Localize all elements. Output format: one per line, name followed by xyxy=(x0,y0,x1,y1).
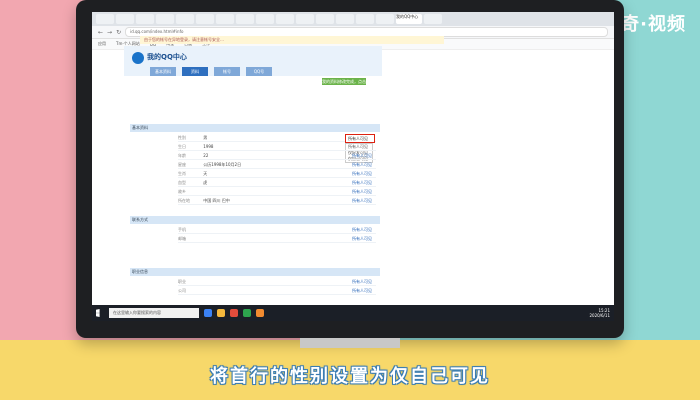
taskbar-search-input[interactable]: 在这里输入你要搜索的内容 xyxy=(109,308,199,318)
visibility-link[interactable]: 所有人可见 xyxy=(352,161,372,168)
field-value: 1998 xyxy=(203,144,214,149)
visibility-link[interactable]: 所有人可见 xyxy=(352,235,372,242)
field-label: 职业 xyxy=(178,279,186,284)
profile-row: 年龄 22 所有人可见 xyxy=(178,152,376,160)
field-value: 公历1998年10月2日 xyxy=(203,162,242,167)
browser-tab[interactable] xyxy=(236,14,254,24)
windows-taskbar: 在这里输入你要搜索的内容 15:21 2020/6/11 xyxy=(92,305,614,321)
browser-tab[interactable] xyxy=(256,14,274,24)
browser-tab-active[interactable]: 我的QQ中心 xyxy=(396,14,422,24)
browser-tab[interactable] xyxy=(424,14,442,24)
profile-row: 生日 1998 xyxy=(178,143,376,151)
back-icon[interactable]: ← xyxy=(98,29,103,36)
visibility-link[interactable]: 所有人可见 xyxy=(352,188,372,195)
field-label: 公司 xyxy=(178,288,186,293)
browser-tab[interactable] xyxy=(316,14,334,24)
field-label: 故乡 xyxy=(178,189,186,194)
file-explorer-icon[interactable] xyxy=(204,309,212,317)
bookmark-item[interactable]: 应用 xyxy=(98,41,106,47)
nav-tab[interactable]: QQ号 xyxy=(246,67,272,76)
windows-start-icon[interactable] xyxy=(96,309,100,317)
folder-icon[interactable] xyxy=(217,309,225,317)
field-value: 虎 xyxy=(203,180,208,185)
field-label: 手机 xyxy=(178,227,186,232)
visibility-link[interactable]: 所有人可见 xyxy=(352,170,372,177)
browser-tab[interactable] xyxy=(276,14,294,24)
taskbar-clock: 15:21 2020/6/11 xyxy=(589,308,610,318)
section-label-contact: 联系方式 xyxy=(130,216,380,224)
profile-row: 生肖 天 所有人可见 xyxy=(178,170,376,178)
notice-banner: 由于您的帐号在异地登录，请注意帐号安全… xyxy=(140,36,444,44)
monitor-stand xyxy=(300,338,400,348)
field-label: 生日 xyxy=(178,144,186,149)
field-value: 22 xyxy=(203,153,209,158)
logo-text: 我的QQ中心 xyxy=(147,53,187,61)
nav-tab-active[interactable]: 资料 xyxy=(182,67,208,76)
profile-row: 公司 所有人可见 xyxy=(178,287,376,295)
profile-row: 故乡 所有人可见 xyxy=(178,188,376,196)
visibility-link[interactable]: 所有人可见 xyxy=(352,179,372,186)
field-value: 天 xyxy=(203,171,208,176)
browser-tabs: 我的QQ中心 xyxy=(92,12,614,26)
visibility-link[interactable]: 所有人可见 xyxy=(352,197,372,204)
browser-tab[interactable] xyxy=(176,14,194,24)
qq-logo-icon xyxy=(132,52,144,64)
browser-tab[interactable] xyxy=(296,14,314,24)
save-profile-button[interactable]: 我的资料修改完成，点击保存 xyxy=(322,78,366,91)
profile-row: 血型 虎 所有人可见 xyxy=(178,179,376,187)
browser-tab[interactable] xyxy=(116,14,134,24)
app-icon[interactable] xyxy=(243,309,251,317)
chrome-icon[interactable] xyxy=(230,309,238,317)
reload-icon[interactable]: ↻ xyxy=(116,29,121,36)
profile-row: 手机 所有人可见 xyxy=(178,226,376,234)
visibility-select[interactable]: 所有人可见 xyxy=(345,134,375,143)
field-label: 生肖 xyxy=(178,171,186,176)
visibility-link[interactable]: 所有人可见 xyxy=(352,152,372,159)
browser-tab[interactable] xyxy=(336,14,354,24)
clock-date: 2020/6/11 xyxy=(589,313,610,318)
field-label: 年龄 xyxy=(178,153,186,158)
nav-tab[interactable]: 帐号 xyxy=(214,67,240,76)
profile-row: 职业 所有人可见 xyxy=(178,278,376,286)
section-label-basic: 基本资料 xyxy=(130,124,380,132)
browser-tab[interactable] xyxy=(196,14,214,24)
browser-tab[interactable] xyxy=(356,14,374,24)
field-label: 所在地 xyxy=(178,198,190,203)
field-value: 中国 四川 巴中 xyxy=(203,198,230,203)
profile-row: 所在地 中国 四川 巴中 所有人可见 xyxy=(178,197,376,205)
field-value: 男 xyxy=(203,135,208,140)
browser-tab[interactable] xyxy=(136,14,154,24)
visibility-link[interactable]: 所有人可见 xyxy=(352,278,372,285)
field-label: 星座 xyxy=(178,162,186,167)
field-label: 性别 xyxy=(178,135,186,140)
browser-tab[interactable] xyxy=(96,14,114,24)
profile-row: 星座 公历1998年10月2日 所有人可见 xyxy=(178,161,376,169)
profile-row: 邮箱 所有人可见 xyxy=(178,235,376,243)
browser-tab[interactable] xyxy=(156,14,174,24)
field-label: 血型 xyxy=(178,180,186,185)
visibility-link[interactable]: 所有人可见 xyxy=(352,226,372,233)
section-label-work: 职业信息 xyxy=(130,268,380,276)
qq-center-nav: 基本资料 资料 帐号 QQ号 xyxy=(150,67,272,76)
forward-icon[interactable]: → xyxy=(107,29,112,36)
field-label: 邮箱 xyxy=(178,236,186,241)
visibility-link[interactable]: 所有人可见 xyxy=(352,287,372,294)
app-icon[interactable] xyxy=(256,309,264,317)
browser-tab[interactable] xyxy=(216,14,234,24)
instruction-caption: 将首行的性别设置为仅自己可见 xyxy=(210,366,490,387)
browser-tab[interactable] xyxy=(376,14,394,24)
nav-tab[interactable]: 基本资料 xyxy=(150,67,176,76)
